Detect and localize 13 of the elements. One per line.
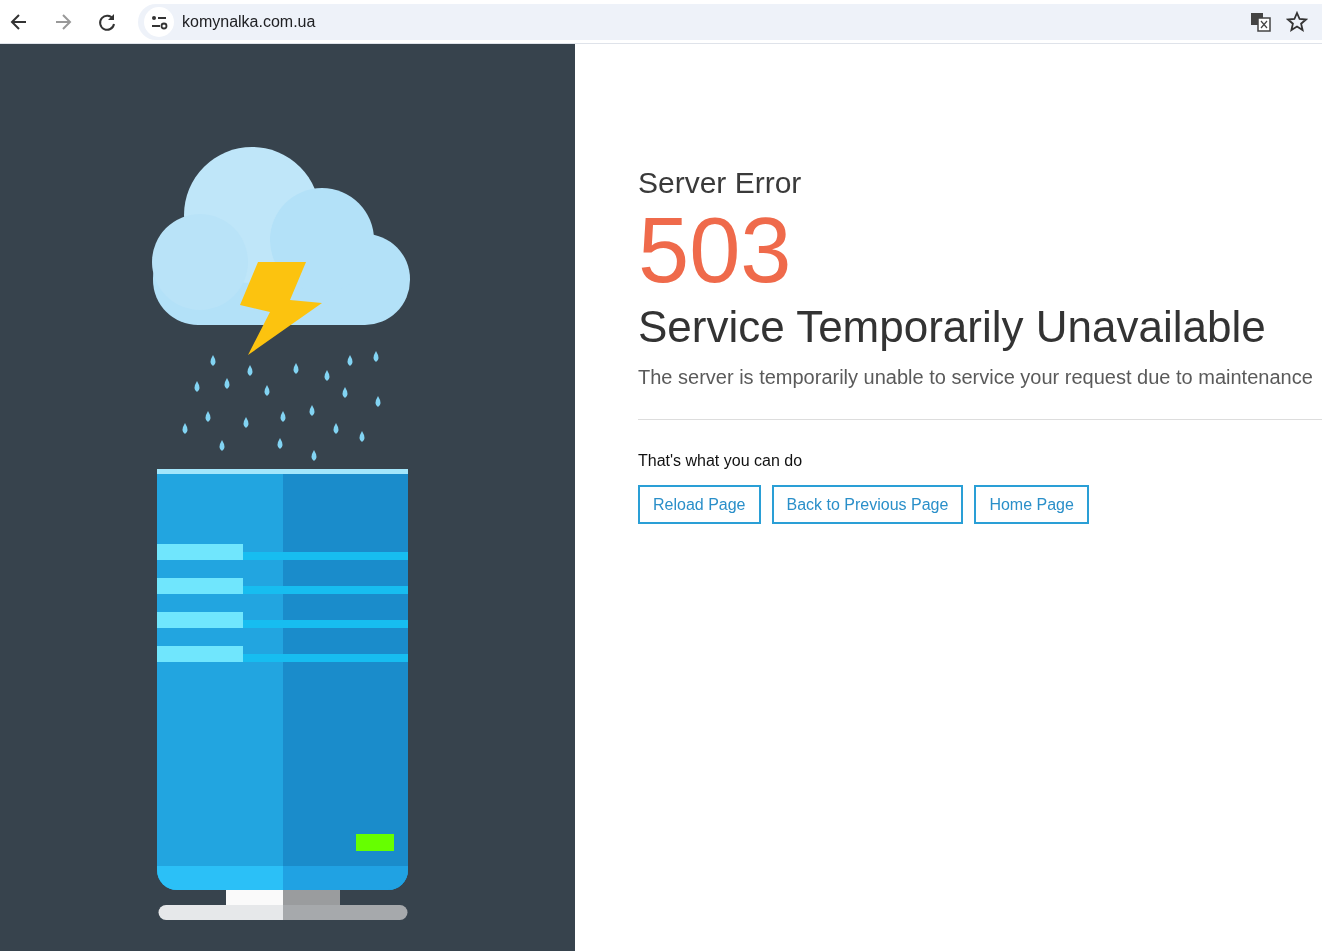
- site-settings-icon[interactable]: [144, 6, 174, 37]
- action-button[interactable]: Reload Page: [638, 485, 761, 524]
- action-button[interactable]: Back to Previous Page: [771, 485, 964, 524]
- bookmark-star-icon[interactable]: [1286, 10, 1308, 33]
- error-code: 503: [638, 204, 792, 296]
- error-description: The server is temporarily unable to service your request due to maintenance: [638, 366, 1313, 389]
- error-title: Service Temporarily Unavailable: [638, 302, 1266, 352]
- lightning-icon: [240, 262, 322, 355]
- error-heading: Server Error: [638, 166, 802, 200]
- action-button[interactable]: Home Page: [974, 485, 1089, 524]
- address-field[interactable]: komynalka.com.ua: [182, 12, 316, 31]
- actions-label: That's what you can do: [638, 452, 803, 470]
- translate-icon[interactable]: [1250, 10, 1272, 33]
